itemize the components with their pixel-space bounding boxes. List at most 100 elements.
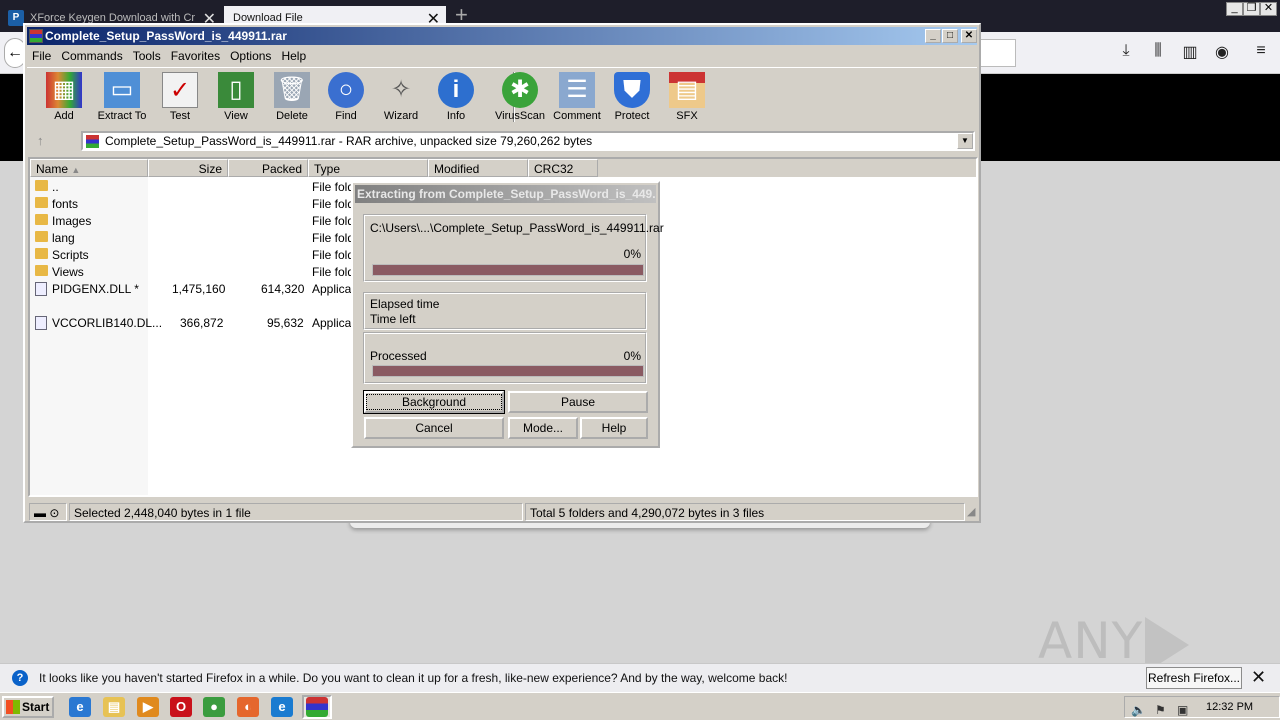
page-favicon-icon: P: [8, 10, 24, 26]
pause-button[interactable]: Pause: [508, 391, 648, 413]
file-list-header: Name ▲ Size Packed Type Modified CRC32: [30, 159, 976, 177]
test-button[interactable]: ✓ Test: [152, 72, 208, 124]
winrar-taskbar-button[interactable]: [302, 695, 332, 719]
virusscan-button[interactable]: ✱ VirusScan: [492, 72, 548, 124]
elapsed-time-label: Elapsed time: [370, 297, 440, 311]
test-icon: ✓: [162, 72, 198, 108]
info-button[interactable]: i Info: [428, 72, 484, 124]
protect-icon: ⛊: [614, 72, 650, 108]
minimize-button[interactable]: _: [925, 29, 941, 43]
clock: 12:32 PM: [1206, 701, 1254, 713]
column-crc32[interactable]: CRC32: [528, 159, 598, 177]
delete-button[interactable]: 🗑 Delete: [264, 72, 320, 124]
folder-icon: [35, 180, 48, 191]
windows-logo-icon: [6, 700, 20, 714]
column-size[interactable]: Size: [148, 159, 228, 177]
extract-to-button[interactable]: ▭ Extract To: [94, 72, 150, 124]
chrome-icon[interactable]: ●: [203, 697, 225, 717]
dropdown-arrow-icon[interactable]: ▼: [957, 133, 973, 149]
menu-file[interactable]: File: [27, 47, 56, 65]
explorer-icon[interactable]: ▤: [103, 697, 125, 717]
view-label: View: [224, 110, 248, 122]
sfx-icon: ▤: [669, 72, 705, 108]
start-button[interactable]: Start: [2, 696, 54, 718]
close-window-icon[interactable]: ✕: [1260, 2, 1277, 16]
comment-icon: ☰: [559, 72, 595, 108]
menu-bar: File Commands Tools Favorites Options Help: [27, 47, 977, 65]
info-label: Info: [446, 110, 466, 122]
comment-button[interactable]: ☰ Comment: [549, 72, 605, 124]
view-button[interactable]: ▯ View: [208, 72, 264, 124]
close-icon[interactable]: ✕: [1251, 667, 1266, 688]
status-total: Total 5 folders and 4,290,072 bytes in 3…: [525, 503, 965, 521]
background-button[interactable]: Background: [363, 390, 505, 414]
edge-icon[interactable]: e: [271, 697, 293, 717]
column-modified[interactable]: Modified: [428, 159, 528, 177]
menu-options[interactable]: Options: [225, 47, 276, 65]
sfx-button[interactable]: ▤ SFX: [659, 72, 715, 124]
maximize-button[interactable]: □: [942, 29, 958, 43]
flag-icon[interactable]: ⚑: [1155, 703, 1166, 717]
close-button[interactable]: ✕: [961, 29, 977, 43]
network-icon[interactable]: ▣: [1177, 703, 1188, 717]
protect-button[interactable]: ⛊ Protect: [604, 72, 660, 124]
folder-icon: [35, 231, 48, 242]
menu-help[interactable]: Help: [276, 47, 311, 65]
up-arrow-icon[interactable]: ↑: [37, 133, 44, 148]
rar-archive-icon: [86, 135, 99, 148]
library-icon[interactable]: ⫼: [1148, 42, 1168, 64]
firefox-icon[interactable]: ◐: [237, 697, 259, 717]
folder-icon: [35, 248, 48, 259]
ie-icon[interactable]: e: [69, 697, 91, 717]
wizard-button[interactable]: ✧ Wizard: [373, 72, 429, 124]
account-icon[interactable]: ◉: [1212, 42, 1232, 64]
menu-commands[interactable]: Commands: [56, 47, 127, 65]
help-button[interactable]: Help: [580, 417, 648, 439]
url-bar[interactable]: [978, 39, 1016, 67]
processed-label: Processed: [370, 349, 427, 363]
add-button[interactable]: ▦ Add: [36, 72, 92, 124]
resize-grip-icon[interactable]: ◢: [967, 505, 975, 518]
file-name: lang: [52, 231, 75, 245]
file-type: Applicat: [312, 316, 355, 330]
processed-percent: 0%: [623, 349, 641, 363]
menu-icon[interactable]: ≡: [1251, 42, 1271, 64]
mode-button[interactable]: Mode...: [508, 417, 578, 439]
sort-up-icon: ▲: [71, 165, 81, 175]
sidebar-icon[interactable]: ▥: [1180, 42, 1200, 64]
delete-icon: 🗑: [274, 72, 310, 108]
downloads-icon[interactable]: ⤓: [1116, 42, 1136, 64]
background-label: Background: [366, 394, 503, 410]
find-button[interactable]: ○ Find: [318, 72, 374, 124]
time-left-label: Time left: [370, 312, 416, 326]
file-name: PIDGENX.DLL *: [52, 282, 139, 296]
cancel-button[interactable]: Cancel: [364, 417, 504, 439]
media-player-icon[interactable]: ▶: [137, 697, 159, 717]
restore-icon[interactable]: ❐: [1243, 2, 1260, 16]
file-name: Views: [52, 265, 84, 279]
column-name[interactable]: Name ▲: [30, 159, 148, 177]
refresh-firefox-button[interactable]: Refresh Firefox...: [1146, 667, 1242, 689]
file-type: File fold: [312, 180, 355, 194]
file-packed: 95,632: [267, 316, 304, 330]
file-progress-bar: [372, 264, 644, 276]
winrar-app-icon: [29, 29, 43, 43]
sfx-label: SFX: [676, 110, 698, 122]
add-icon: ▦: [46, 72, 82, 108]
minimize-icon[interactable]: _: [1226, 2, 1243, 16]
file-name: Scripts: [52, 248, 89, 262]
file-name: Images: [52, 214, 92, 228]
file-packed: 614,320: [261, 282, 305, 296]
folder-icon: [35, 265, 48, 276]
volume-icon[interactable]: 🔈: [1131, 703, 1146, 717]
menu-tools[interactable]: Tools: [128, 47, 166, 65]
dialog-title-bar[interactable]: Extracting from Complete_Setup_PassWord_…: [355, 185, 656, 203]
menu-favorites[interactable]: Favorites: [166, 47, 225, 65]
column-packed[interactable]: Packed: [228, 159, 308, 177]
column-type[interactable]: Type: [308, 159, 428, 177]
view-icon: ▯: [218, 72, 254, 108]
status-bar: ▬ ⊙ Selected 2,448,040 bytes in 1 file T…: [27, 501, 977, 521]
address-field[interactable]: Complete_Setup_PassWord_is_449911.rar - …: [81, 131, 975, 151]
opera-icon[interactable]: O: [170, 697, 192, 717]
winrar-title-bar[interactable]: Complete_Setup_PassWord_is_449911.rar _ …: [27, 27, 977, 45]
